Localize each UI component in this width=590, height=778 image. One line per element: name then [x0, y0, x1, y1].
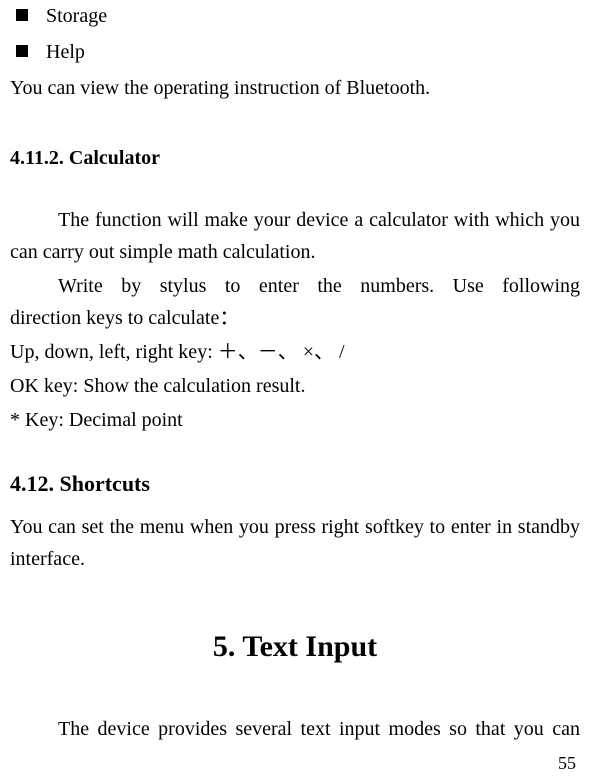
page-number: 55: [10, 749, 580, 778]
text-input-para: The device provides several text input m…: [10, 713, 580, 745]
calculator-para2a: Write by stylus to enter the numbers. Us…: [10, 270, 580, 302]
list-item-text: Storage: [46, 0, 580, 32]
list-item: Storage: [10, 0, 580, 32]
shortcuts-para: You can set the menu when you press righ…: [10, 511, 580, 575]
section-heading-shortcuts: 4.12. Shortcuts: [10, 466, 580, 501]
calculator-para1: The function will make your device a cal…: [10, 204, 580, 268]
chapter-heading-text-input: 5. Text Input: [10, 623, 580, 671]
bullet-list: Storage Help: [10, 0, 580, 68]
calculator-keys-line: Up, down, left, right key: ＋、－、 ×、 /: [10, 336, 580, 368]
calculator-star-line: * Key: Decimal point: [10, 404, 580, 436]
list-item-text: Help: [46, 36, 580, 68]
list-item: Help: [10, 36, 580, 68]
square-bullet-icon: [16, 9, 28, 21]
square-bullet-icon: [16, 45, 28, 57]
calculator-ok-line: OK key: Show the calculation result.: [10, 370, 580, 402]
section-heading-calculator: 4.11.2. Calculator: [10, 142, 580, 174]
help-description: You can view the operating instruction o…: [10, 72, 580, 104]
calculator-para2b: direction keys to calculate：: [10, 302, 580, 334]
